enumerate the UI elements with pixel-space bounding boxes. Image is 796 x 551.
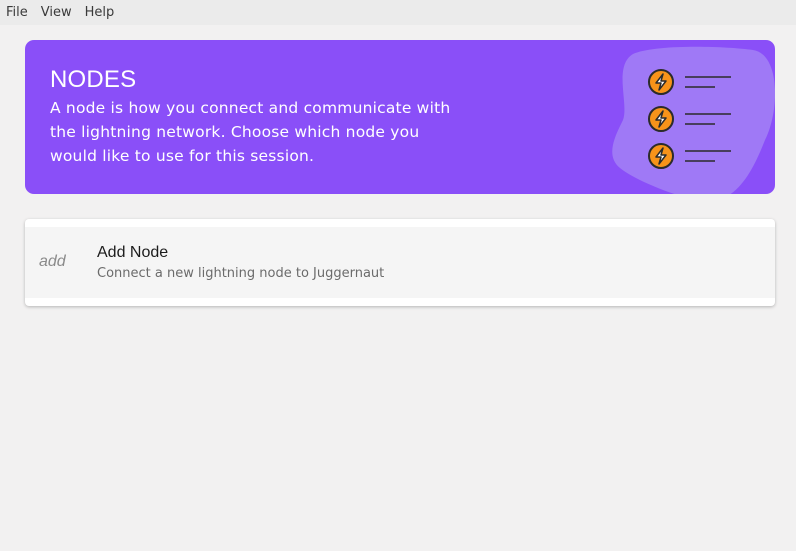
add-icon: add [39, 253, 66, 270]
menu-file[interactable]: File [0, 0, 34, 25]
page-title: NODES [50, 66, 137, 93]
menu-view[interactable]: View [35, 0, 78, 25]
add-node-title: Add Node [97, 244, 169, 261]
lightning-list-illustration-icon [612, 46, 775, 194]
add-node-list-item[interactable]: add Add Node Connect a new lightning nod… [25, 227, 775, 298]
nodes-banner: NODES A node is how you connect and comm… [25, 40, 775, 194]
menu-bar: File View Help [0, 0, 796, 25]
node-list-card: add Add Node Connect a new lightning nod… [25, 219, 775, 306]
menu-help[interactable]: Help [79, 0, 121, 25]
add-node-subtitle: Connect a new lightning node to Juggerna… [97, 266, 385, 281]
page-description: A node is how you connect and communicat… [50, 99, 451, 165]
blob-shape [612, 46, 775, 194]
